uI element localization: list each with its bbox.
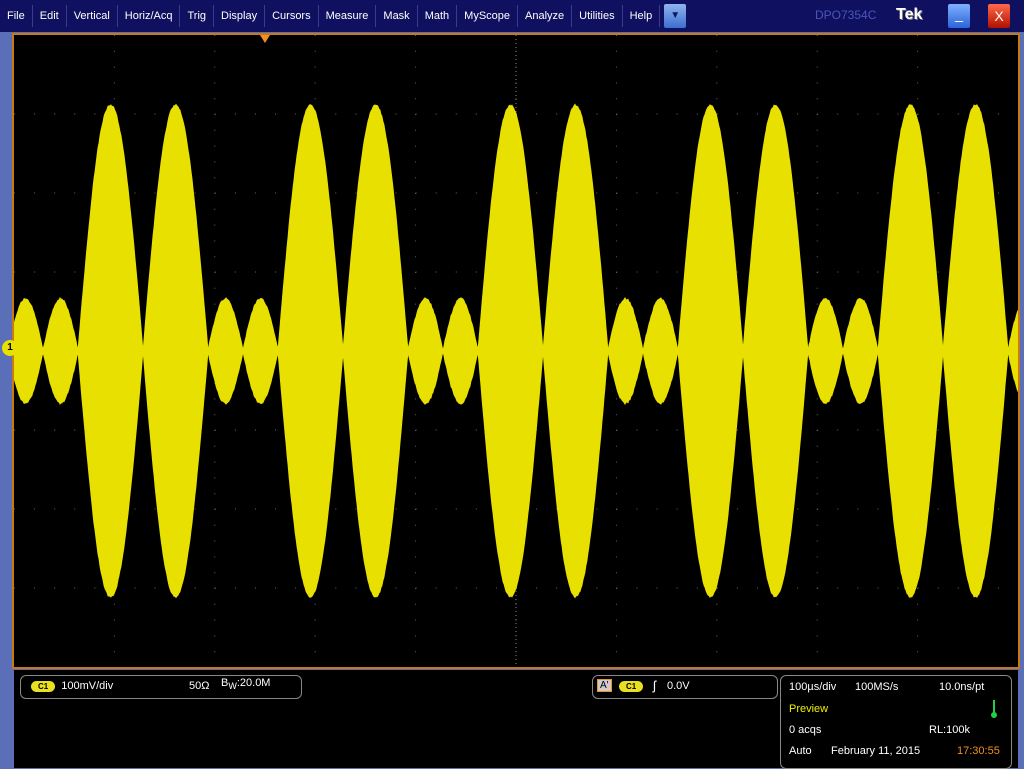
vertical-scale: 100mV/div bbox=[61, 680, 113, 692]
date: February 11, 2015 bbox=[831, 745, 920, 757]
menu-trig[interactable]: Trig bbox=[180, 5, 214, 27]
timebase: 100µs/div bbox=[789, 681, 836, 693]
status-area: C1 100mV/div 50Ω BW:20.0M A' C1 ʃ 0.0V 10… bbox=[14, 670, 1018, 768]
trigger-mode-badge: A' bbox=[597, 679, 612, 692]
menu-display[interactable]: Display bbox=[214, 5, 265, 27]
record-length: RL:100k bbox=[929, 724, 970, 736]
minimize-button[interactable]: _ bbox=[948, 4, 970, 28]
channel-1-marker[interactable]: 1 bbox=[2, 340, 18, 356]
time: 17:30:55 bbox=[957, 745, 1000, 757]
menu-horizacq[interactable]: Horiz/Acq bbox=[118, 5, 181, 27]
menu-help[interactable]: Help bbox=[623, 5, 661, 27]
waveform-display bbox=[14, 35, 1018, 667]
resolution: 10.0ns/pt bbox=[939, 681, 984, 693]
channel-badge: C1 bbox=[31, 681, 55, 692]
sample-rate: 100MS/s bbox=[855, 681, 898, 693]
trigger-level-marker[interactable] bbox=[1006, 344, 1014, 354]
trigger-readout[interactable]: A' C1 ʃ 0.0V bbox=[592, 675, 778, 699]
acquisition-readout[interactable]: 100µs/div 100MS/s 10.0ns/pt Preview 0 ac… bbox=[780, 675, 1012, 769]
menu-mask[interactable]: Mask bbox=[376, 5, 417, 27]
tek-logo: Tek bbox=[896, 6, 922, 24]
trigger-level: 0.0V bbox=[667, 680, 690, 692]
rising-edge-icon: ʃ bbox=[653, 678, 656, 693]
menu-myscope[interactable]: MyScope bbox=[457, 5, 518, 27]
impedance: 50Ω bbox=[189, 680, 209, 692]
acq-count: 0 acqs bbox=[789, 724, 821, 736]
acq-state: Preview bbox=[789, 703, 828, 715]
channel-readout[interactable]: C1 100mV/div 50Ω BW:20.0M bbox=[20, 675, 302, 699]
trigger-source: C1 bbox=[619, 681, 643, 692]
menu-math[interactable]: Math bbox=[418, 5, 457, 27]
menu-edit[interactable]: Edit bbox=[33, 5, 67, 27]
menu-analyze[interactable]: Analyze bbox=[518, 5, 572, 27]
bandwidth: BW:20.0M bbox=[221, 677, 270, 691]
model-label: DPO7354C bbox=[815, 8, 876, 22]
menu-dropdown-icon[interactable]: ▼ bbox=[664, 4, 686, 28]
menu-file[interactable]: File bbox=[0, 5, 33, 27]
menu-cursors[interactable]: Cursors bbox=[265, 5, 319, 27]
trigger-mode: Auto bbox=[789, 745, 812, 757]
menu-vertical[interactable]: Vertical bbox=[67, 5, 118, 27]
menu-measure[interactable]: Measure bbox=[319, 5, 377, 27]
graticule[interactable] bbox=[12, 33, 1020, 669]
run-indicator-dot bbox=[991, 712, 997, 718]
trigger-position-marker[interactable] bbox=[260, 35, 270, 43]
menu-utilities[interactable]: Utilities bbox=[572, 5, 622, 27]
channel-1-trace bbox=[14, 104, 1018, 598]
close-button[interactable]: X bbox=[988, 4, 1010, 28]
